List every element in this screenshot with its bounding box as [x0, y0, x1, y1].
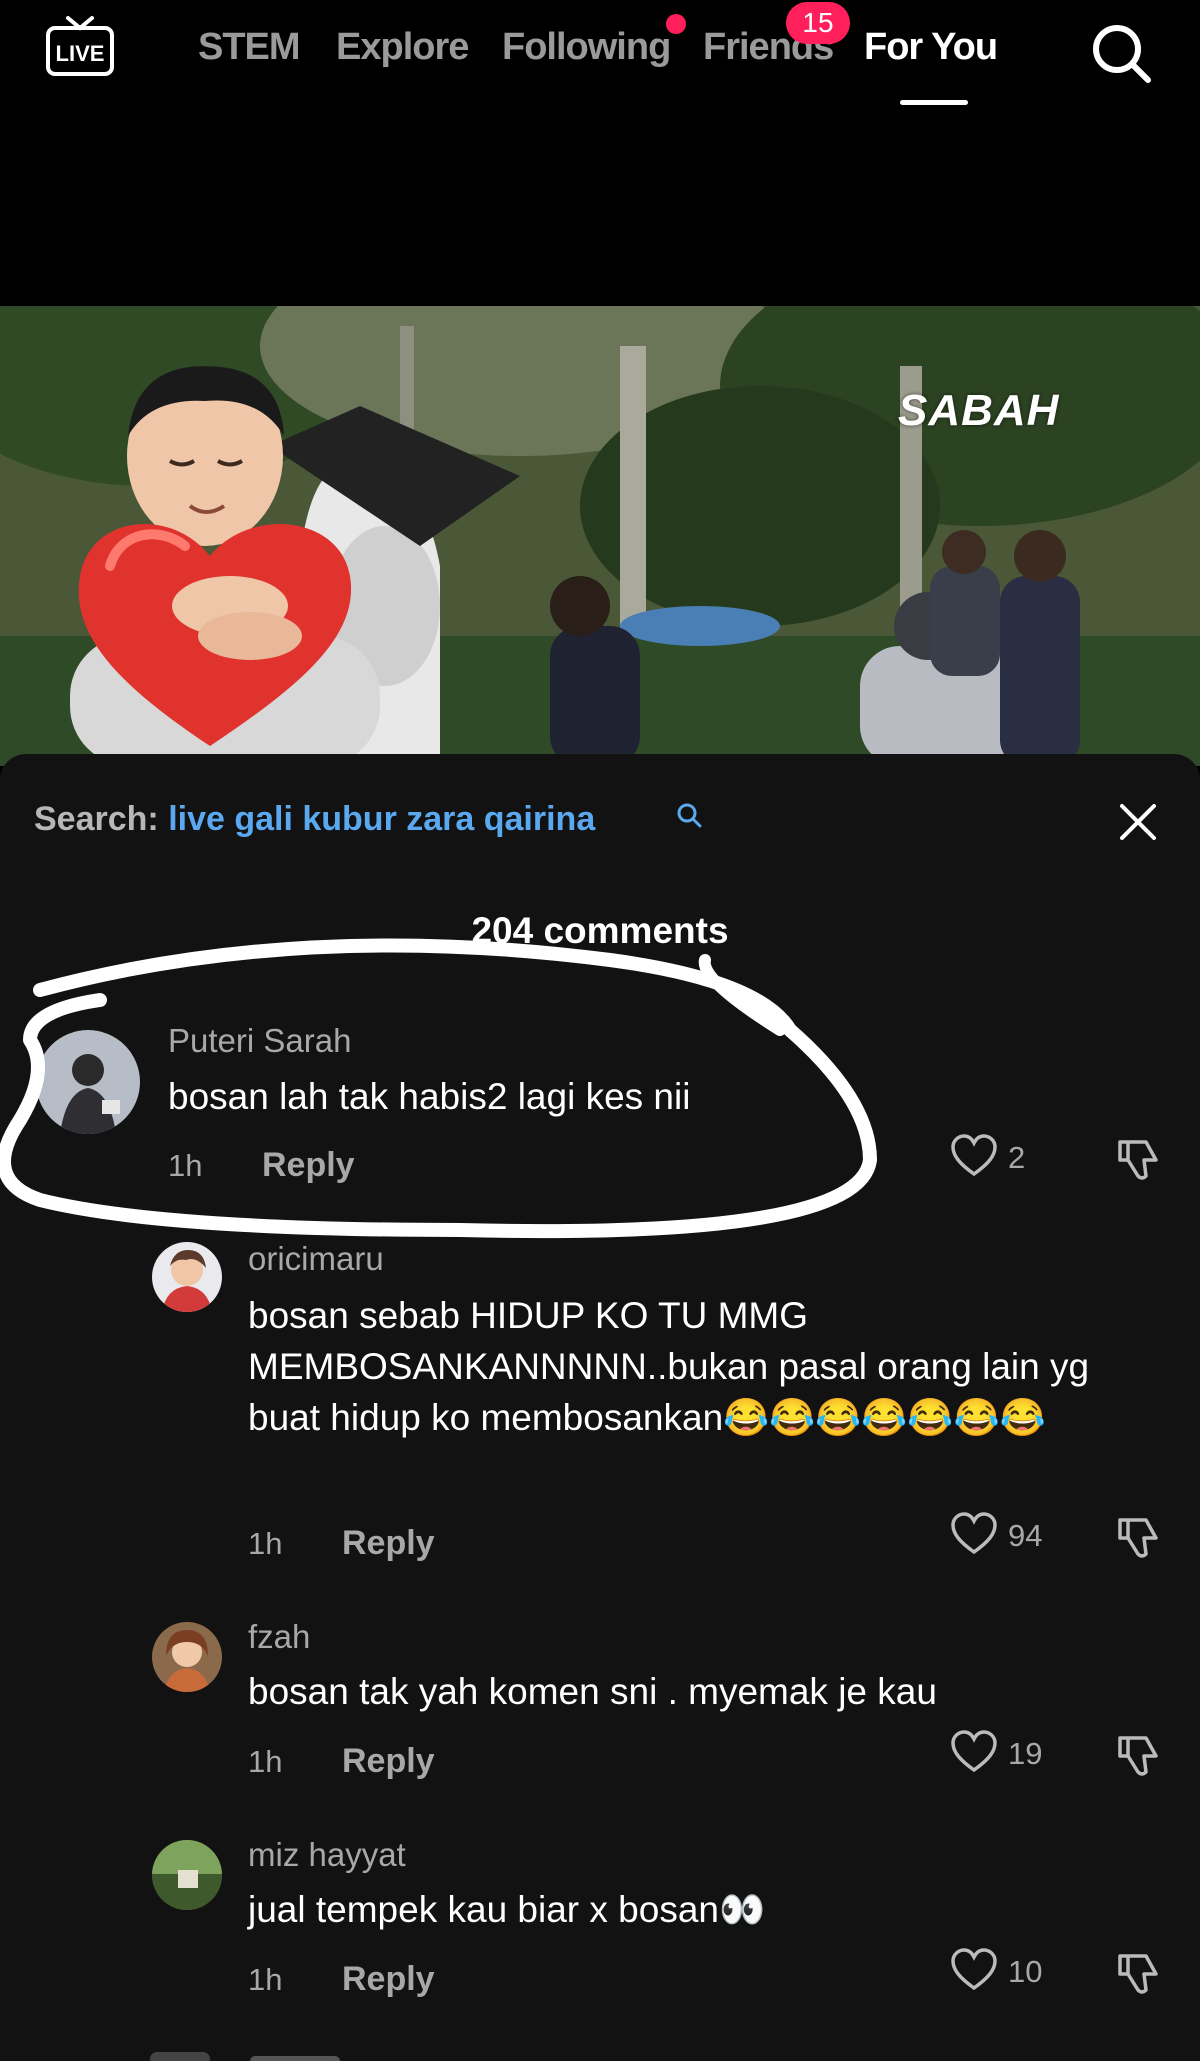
video-player[interactable]: SABAH	[0, 306, 1200, 766]
heart-icon[interactable]	[950, 1134, 998, 1178]
avatar[interactable]	[152, 1242, 222, 1312]
like-count: 2	[1008, 1140, 1026, 1175]
friends-badge: 15	[786, 2, 850, 44]
search-icon[interactable]	[1088, 20, 1154, 86]
dislike-icon[interactable]	[1114, 1512, 1164, 1562]
reply-button[interactable]: Reply	[342, 1742, 435, 1781]
heart-icon[interactable]	[950, 1512, 998, 1556]
comment-text: bosan sebab HIDUP KO TU MMG MEMBOSANKANN…	[248, 1295, 1090, 1438]
heart-icon[interactable]	[950, 1730, 998, 1774]
reply-button[interactable]: Reply	[342, 1524, 435, 1563]
search-suggestion[interactable]: Search: live gali kubur zara qairina	[34, 800, 595, 839]
comment-username[interactable]: oricimaru	[248, 1240, 384, 1278]
live-icon[interactable]: LIVE	[44, 14, 116, 80]
search-query-link[interactable]: live gali kubur zara qairina	[168, 800, 595, 838]
top-nav: LIVE STEM Explore Following Friends 15 F…	[0, 0, 1200, 110]
dislike-icon[interactable]	[1114, 1134, 1164, 1184]
following-notification-dot	[666, 14, 686, 34]
active-tab-indicator	[900, 100, 968, 105]
video-frame	[0, 306, 1200, 766]
like-count: 10	[1008, 1954, 1043, 1989]
next-comment-peek	[150, 2044, 350, 2061]
comment-username[interactable]: miz hayyat	[248, 1836, 406, 1874]
heart-icon[interactable]	[950, 1948, 998, 1992]
highlight-scribble	[0, 938, 877, 1239]
avatar[interactable]	[152, 1840, 222, 1910]
tab-explore[interactable]: Explore	[336, 26, 469, 69]
dislike-icon[interactable]	[1114, 1730, 1164, 1780]
search-query-icon	[677, 803, 702, 828]
comment-time: 1h	[248, 1526, 283, 1561]
tab-following[interactable]: Following	[502, 26, 671, 69]
video-watermark: SABAH	[898, 386, 1060, 435]
comment-time: 1h	[248, 1744, 283, 1779]
reply-button[interactable]: Reply	[342, 1960, 435, 1999]
dislike-icon[interactable]	[1114, 1948, 1164, 1998]
like-count: 94	[1008, 1518, 1043, 1553]
close-icon[interactable]	[1116, 800, 1160, 844]
tab-stem[interactable]: STEM	[198, 26, 301, 69]
like-count: 19	[1008, 1736, 1043, 1771]
tab-for-you[interactable]: For You	[864, 26, 998, 69]
avatar[interactable]	[152, 1622, 222, 1692]
comment-text: jual tempek kau biar x bosan👀	[248, 1889, 766, 1930]
search-label: Search:	[34, 800, 159, 838]
comment-username[interactable]: fzah	[248, 1618, 310, 1656]
comment-text: bosan tak yah komen sni . myemak je kau	[248, 1671, 937, 1712]
comment-time: 1h	[248, 1962, 283, 1997]
live-label: LIVE	[56, 41, 105, 66]
